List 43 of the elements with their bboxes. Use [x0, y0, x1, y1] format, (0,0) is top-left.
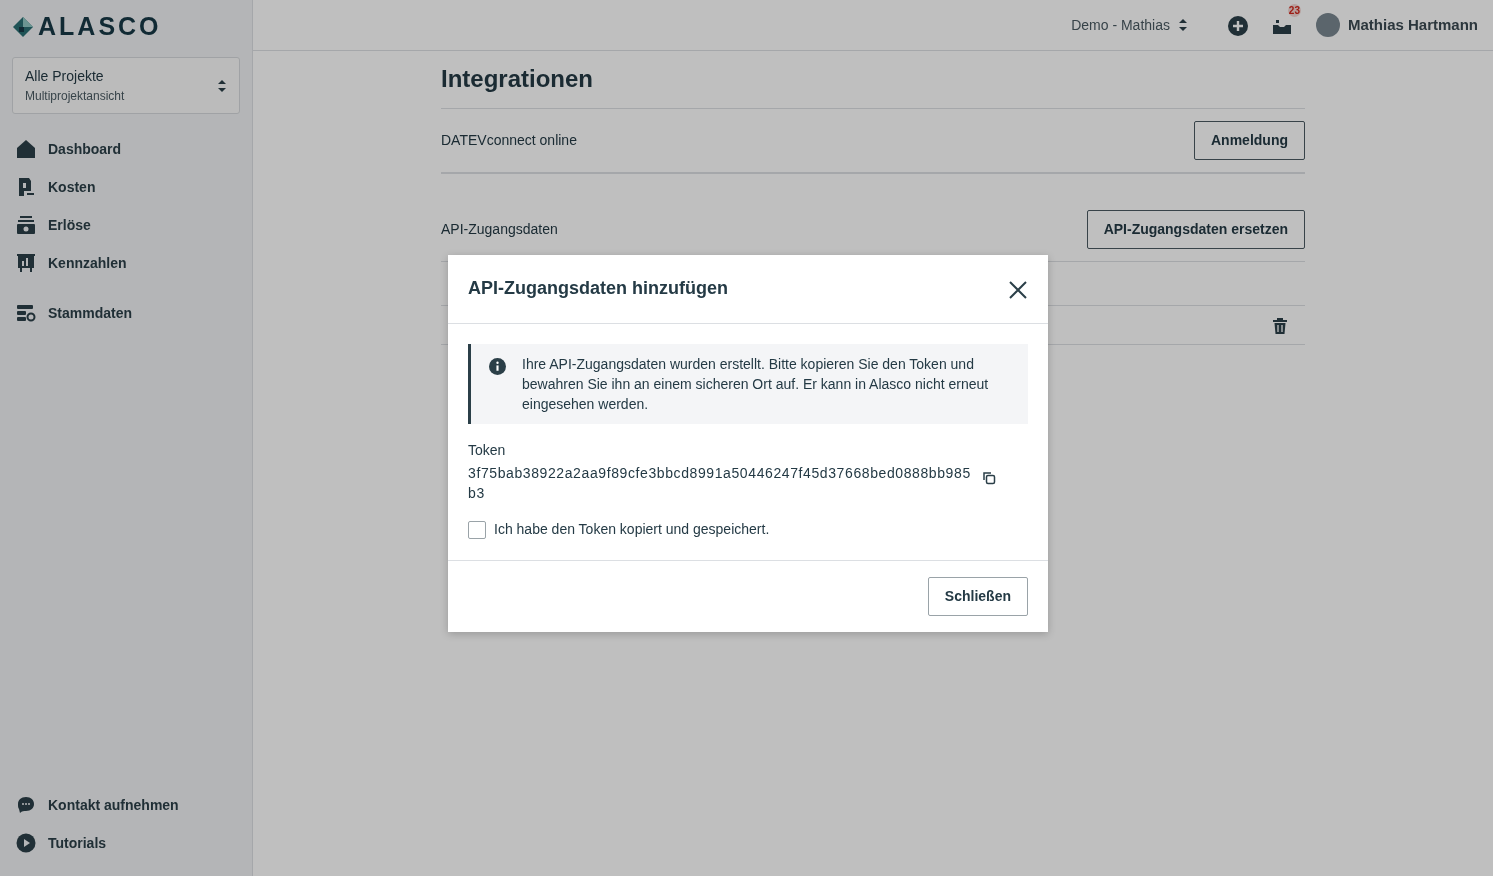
project-title: Alle Projekte	[25, 67, 105, 86]
project-selector[interactable]: Alle Projekte Multiprojektansicht	[12, 57, 240, 114]
sort-arrows-icon	[217, 78, 227, 93]
user-name[interactable]: Mathias Hartmann	[1347, 13, 1478, 37]
close-dialog-button[interactable]: Schließen	[927, 577, 1028, 616]
plus-circle-icon	[1227, 15, 1248, 36]
server-gear-icon	[16, 303, 36, 323]
sidebar-item[interactable]: Kennzahlen	[12, 244, 240, 282]
sidebar-item[interactable]: Kontakt aufnehmen	[12, 786, 240, 824]
checkbox-label: Ich habe den Token kopiert und gespeichert.	[494, 520, 770, 539]
trash-icon	[1273, 317, 1287, 334]
logo-wordmark: ALASCO	[38, 14, 162, 39]
add-button[interactable]	[1227, 13, 1248, 37]
integration-label: DATEVconnect online	[441, 130, 577, 150]
avatar	[1315, 13, 1340, 37]
checkbox[interactable]	[468, 520, 486, 539]
workspace-selector[interactable]: Demo - Mathias	[1071, 14, 1188, 36]
chat-bubble-icon	[16, 795, 36, 815]
sidebar-item[interactable]: Erlöse	[12, 206, 240, 244]
token-value: 3f75bab38922a2aa9f89cfe3bbcd8991a50446247f45d37668bed0888bb985b3	[468, 464, 972, 503]
receipt-icon	[16, 177, 36, 197]
dialog-title: API-Zugangsdaten hinzufügen	[468, 278, 728, 300]
info-icon	[489, 358, 506, 375]
notification-count: 23	[1287, 4, 1301, 17]
info-message: Ihre API-Zugangsdaten wurden erstellt. Bitte kopieren Sie den Token und bewahren Sie ihn an einem sicheren Ort auf. Er kann in Alasco nicht erneut eingesehen werden.	[522, 355, 990, 414]
presentation-chart-icon	[16, 253, 36, 273]
play-circle-icon	[16, 833, 36, 853]
replace-button[interactable]: API-Zugangsdaten ersetzen	[1086, 209, 1305, 249]
token-label: Token	[468, 441, 507, 460]
logo-mark-icon	[12, 15, 34, 38]
sidebar-item[interactable]: Kosten	[12, 168, 240, 206]
project-subtitle: Multiprojektansicht	[25, 88, 125, 105]
sidebar-item[interactable]: Dashboard	[12, 130, 240, 168]
copy-icon	[981, 469, 997, 486]
sidebar-item[interactable]: Stammdaten	[12, 294, 240, 332]
sort-arrows-icon	[1177, 18, 1188, 32]
integration-label: API-Zugangsdaten	[441, 219, 558, 239]
sidebar-item[interactable]: Tutorials	[12, 824, 240, 862]
page-title: Integrationen	[441, 65, 594, 94]
close-icon	[1008, 279, 1028, 300]
home-icon	[16, 139, 36, 159]
login-button[interactable]: Anmeldung	[1194, 120, 1305, 160]
cash-drawer-icon	[16, 215, 36, 235]
